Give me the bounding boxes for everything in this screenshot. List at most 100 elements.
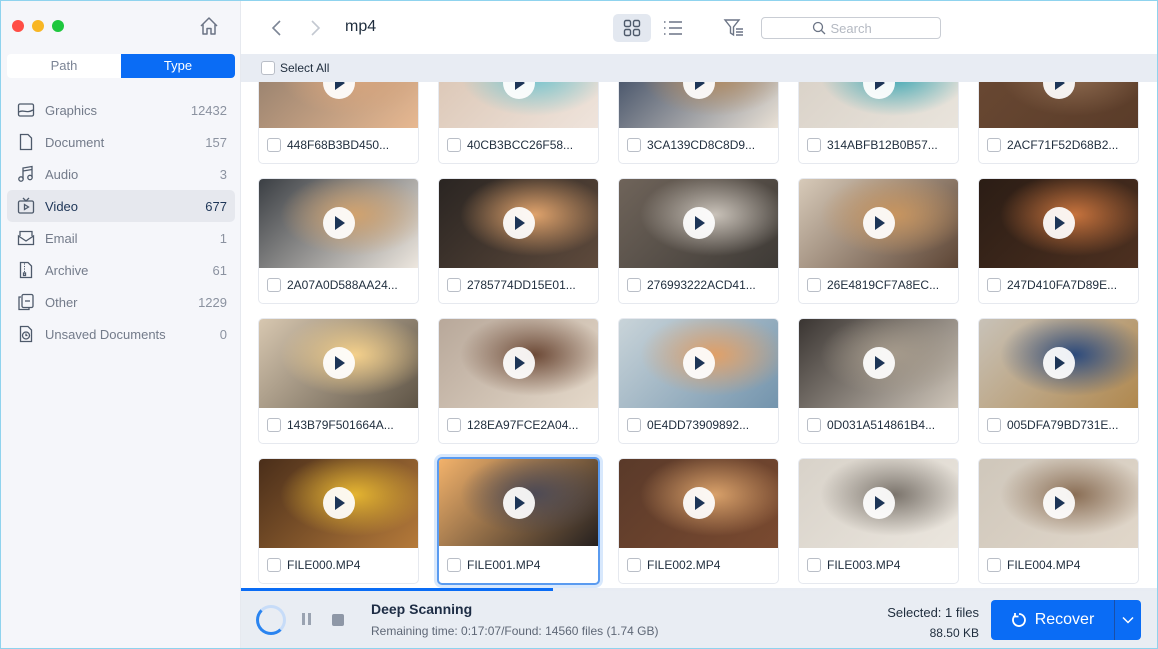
video-thumbnail[interactable] [259, 319, 418, 408]
video-thumbnail[interactable] [439, 179, 598, 268]
video-thumbnail[interactable] [979, 319, 1138, 408]
file-card[interactable]: 0E4DD73909892... [618, 318, 779, 444]
video-thumbnail[interactable] [439, 319, 598, 408]
file-card[interactable]: FILE004.MP4 [978, 458, 1139, 584]
file-card[interactable]: 247D410FA7D89E... [978, 178, 1139, 304]
file-card[interactable]: 2ACF71F52D68B2... [978, 82, 1139, 164]
tab-path[interactable]: Path [7, 54, 121, 78]
video-thumbnail[interactable] [619, 319, 778, 408]
file-checkbox[interactable] [267, 277, 281, 292]
play-icon[interactable] [322, 82, 355, 99]
minimize-window-button[interactable] [32, 20, 44, 32]
file-checkbox[interactable] [987, 417, 1001, 432]
grid-view-button[interactable] [613, 14, 651, 42]
file-card[interactable]: FILE003.MP4 [798, 458, 959, 584]
play-icon[interactable] [322, 207, 355, 239]
file-card[interactable]: 448F68B3BD450... [258, 82, 419, 164]
play-icon[interactable] [322, 347, 355, 379]
file-checkbox[interactable] [807, 417, 821, 432]
select-all-label[interactable]: Select All [280, 61, 329, 75]
forward-button[interactable] [305, 17, 325, 39]
sidebar-item-document[interactable]: Document 157 [7, 126, 235, 158]
play-icon[interactable] [502, 207, 535, 239]
video-thumbnail[interactable] [259, 459, 418, 548]
file-checkbox[interactable] [627, 277, 641, 292]
recover-options-dropdown[interactable] [1115, 600, 1141, 640]
file-card[interactable]: FILE001.MP4 [437, 457, 600, 585]
play-icon[interactable] [682, 487, 715, 519]
home-button[interactable] [198, 15, 220, 37]
file-card[interactable]: 128EA97FCE2A04... [438, 318, 599, 444]
file-checkbox[interactable] [267, 137, 281, 152]
file-checkbox[interactable] [807, 277, 821, 292]
play-icon[interactable] [682, 82, 715, 99]
play-icon[interactable] [862, 487, 895, 519]
sidebar-item-audio[interactable]: Audio 3 [7, 158, 235, 190]
file-checkbox[interactable] [447, 557, 461, 572]
sidebar-item-graphics[interactable]: Graphics 12432 [7, 94, 235, 126]
select-all-checkbox[interactable] [261, 61, 275, 75]
sidebar-item-archive[interactable]: Archive 61 [7, 254, 235, 286]
video-thumbnail[interactable] [619, 82, 778, 128]
maximize-window-button[interactable] [52, 20, 64, 32]
recover-button[interactable]: Recover [991, 600, 1115, 640]
file-card[interactable]: 2A07A0D588AA24... [258, 178, 419, 304]
file-card[interactable]: 143B79F501664A... [258, 318, 419, 444]
file-checkbox[interactable] [627, 417, 641, 432]
sidebar-item-other[interactable]: Other 1229 [7, 286, 235, 318]
search-input[interactable] [830, 20, 891, 36]
file-card[interactable]: 40CB3BCC26F58... [438, 82, 599, 164]
video-thumbnail[interactable] [619, 459, 778, 548]
file-card[interactable]: 26E4819CF7A8EC... [798, 178, 959, 304]
close-window-button[interactable] [12, 20, 24, 32]
file-card[interactable]: FILE002.MP4 [618, 458, 779, 584]
file-checkbox[interactable] [807, 137, 821, 152]
video-thumbnail[interactable] [259, 82, 418, 128]
file-card[interactable]: 314ABFB12B0B57... [798, 82, 959, 164]
play-icon[interactable] [502, 82, 535, 99]
play-icon[interactable] [682, 347, 715, 379]
play-icon[interactable] [862, 207, 895, 239]
file-card[interactable]: FILE000.MP4 [258, 458, 419, 584]
file-card[interactable]: 0D031A514861B4... [798, 318, 959, 444]
file-checkbox[interactable] [447, 277, 461, 292]
pause-button[interactable] [302, 613, 314, 627]
file-checkbox[interactable] [807, 557, 821, 572]
video-thumbnail[interactable] [799, 459, 958, 548]
video-thumbnail[interactable] [439, 82, 598, 128]
file-card[interactable]: 005DFA79BD731E... [978, 318, 1139, 444]
file-checkbox[interactable] [987, 277, 1001, 292]
file-card[interactable]: 276993222ACD41... [618, 178, 779, 304]
video-thumbnail[interactable] [799, 179, 958, 268]
file-card[interactable]: 3CA139CD8C8D9... [618, 82, 779, 164]
file-checkbox[interactable] [987, 137, 1001, 152]
video-thumbnail[interactable] [799, 319, 958, 408]
play-icon[interactable] [502, 347, 535, 379]
play-icon[interactable] [1042, 207, 1075, 239]
back-button[interactable] [267, 17, 287, 39]
play-icon[interactable] [862, 82, 895, 99]
play-icon[interactable] [1042, 347, 1075, 379]
play-icon[interactable] [502, 487, 535, 519]
filter-button[interactable] [723, 17, 745, 39]
video-thumbnail[interactable] [979, 179, 1138, 268]
play-icon[interactable] [1042, 487, 1075, 519]
tab-type[interactable]: Type [121, 54, 235, 78]
play-icon[interactable] [682, 207, 715, 239]
file-checkbox[interactable] [267, 557, 281, 572]
play-icon[interactable] [322, 487, 355, 519]
file-checkbox[interactable] [447, 417, 461, 432]
play-icon[interactable] [862, 347, 895, 379]
stop-button[interactable] [332, 614, 344, 626]
video-thumbnail[interactable] [979, 459, 1138, 548]
sidebar-item-unsaved-documents[interactable]: Unsaved Documents 0 [7, 318, 235, 350]
video-thumbnail[interactable] [979, 82, 1138, 128]
video-thumbnail[interactable] [619, 179, 778, 268]
sidebar-item-email[interactable]: Email 1 [7, 222, 235, 254]
file-checkbox[interactable] [267, 417, 281, 432]
play-icon[interactable] [1042, 82, 1075, 99]
file-checkbox[interactable] [627, 557, 641, 572]
file-checkbox[interactable] [987, 557, 1001, 572]
file-card[interactable]: 2785774DD15E01... [438, 178, 599, 304]
list-view-button[interactable] [659, 14, 687, 42]
